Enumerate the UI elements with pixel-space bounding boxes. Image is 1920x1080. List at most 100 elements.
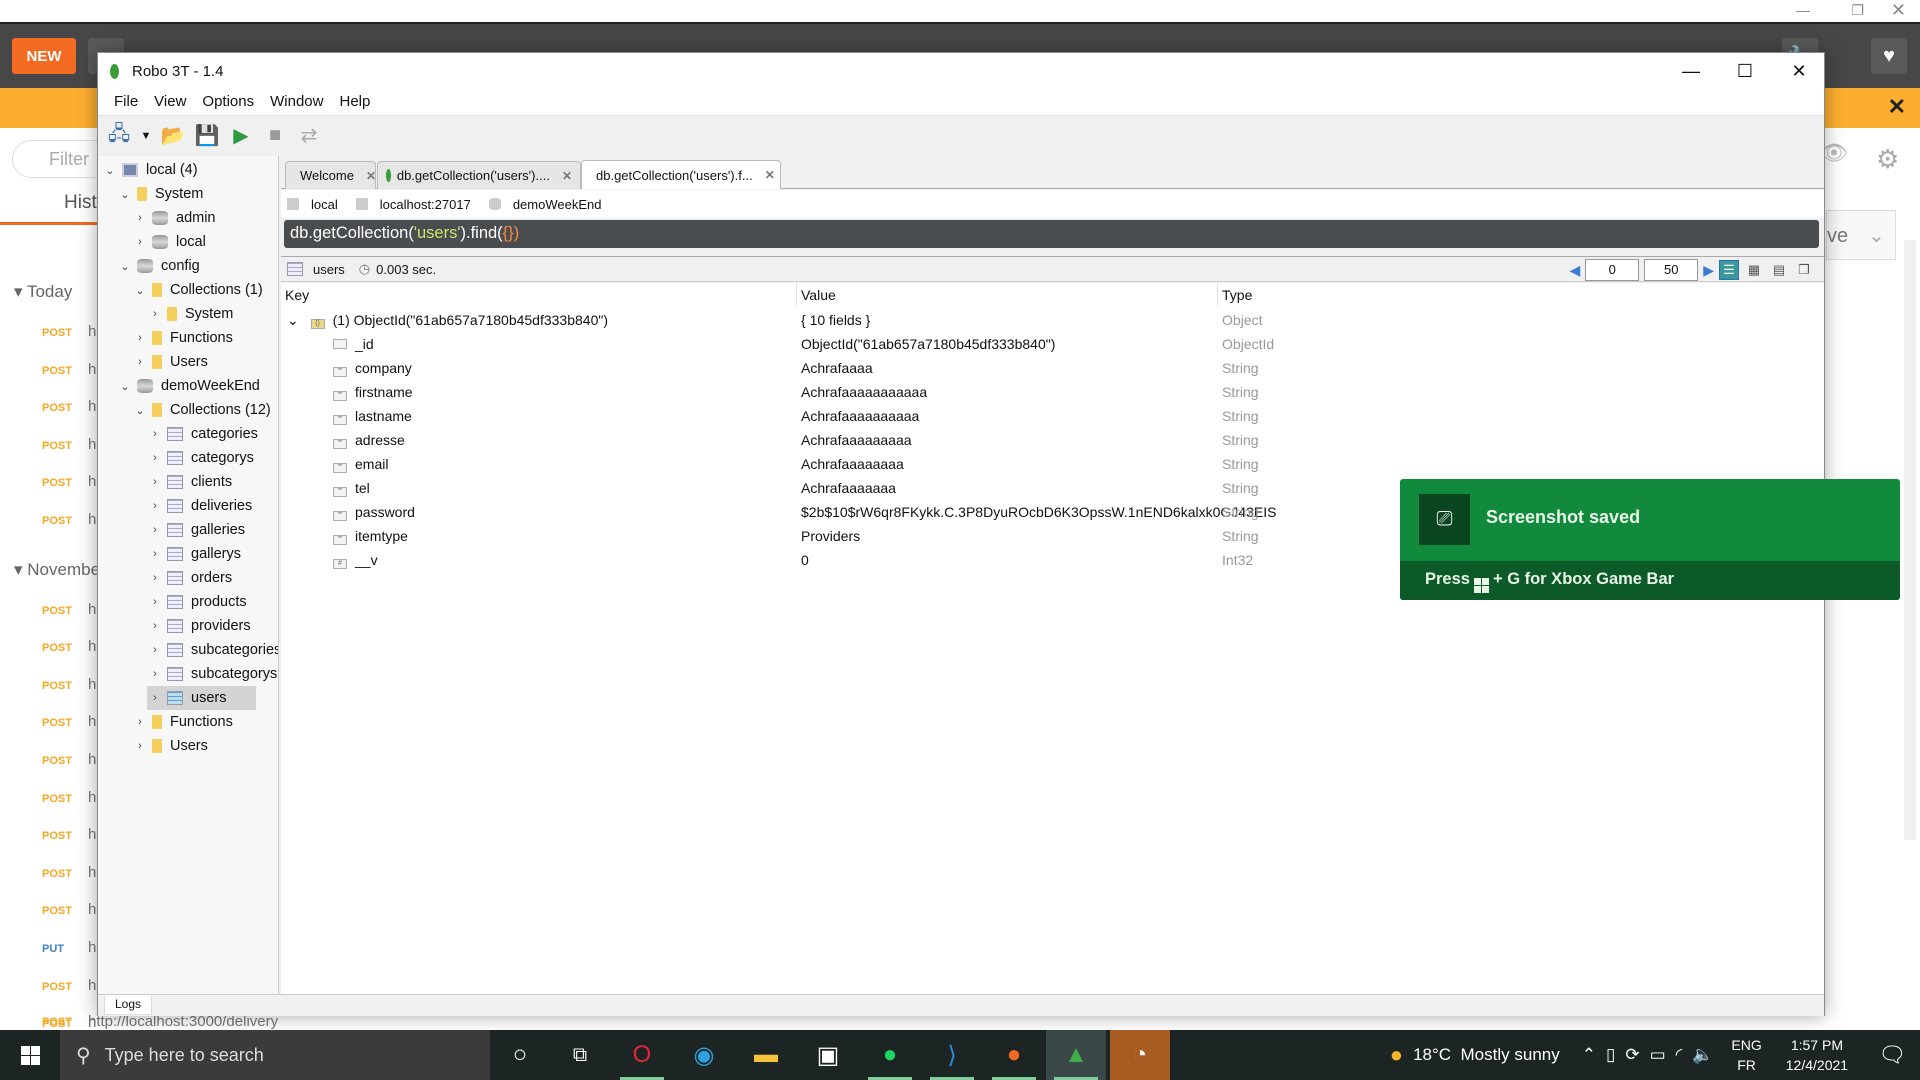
limit-input[interactable]: 50 — [1644, 259, 1699, 281]
collapse-icon[interactable]: › — [147, 692, 163, 704]
sync-icon[interactable]: ⟳ — [1625, 1045, 1639, 1065]
field-row[interactable]: "" adresse Achrafaaaaaaaaa String — [281, 429, 1824, 453]
tree-item[interactable]: › Functions — [132, 326, 233, 350]
skip-input[interactable]: 0 — [1585, 259, 1640, 281]
collapse-icon[interactable]: ▾ — [14, 282, 27, 301]
field-row[interactable]: "" company Achrafaaaa String — [281, 357, 1824, 381]
logs-tab[interactable]: Logs — [104, 995, 153, 1015]
expand-icon[interactable]: ⌄ — [287, 312, 303, 328]
clock[interactable]: 1:57 PM 12/4/2021 — [1786, 1035, 1848, 1075]
table-view-icon[interactable]: ▦ — [1744, 260, 1764, 280]
history-group-label[interactable]: ▾ November — [14, 560, 106, 580]
tab-query-1[interactable]: db.getCollection('users').... ✕ — [377, 161, 581, 189]
tree-item[interactable]: ⌄ Collections (12) — [132, 398, 270, 422]
column-key[interactable]: Key — [281, 283, 797, 307]
close-tab-icon[interactable]: ✕ — [765, 168, 775, 182]
collapse-icon[interactable]: ▾ — [14, 560, 27, 579]
tree-item[interactable]: › deliveries — [147, 494, 252, 518]
tree-item[interactable]: › providers — [147, 614, 250, 638]
tree-item[interactable]: › Users — [132, 350, 208, 374]
menu-help[interactable]: Help — [331, 89, 378, 115]
orientation-icon[interactable]: ⇄ — [296, 123, 322, 149]
postman-icon[interactable]: ● — [984, 1030, 1044, 1080]
tree-item[interactable]: › galleries — [147, 518, 245, 542]
expand-icon[interactable]: ⌄ — [117, 260, 133, 273]
robo3t-icon[interactable]: ▲ — [1046, 1030, 1106, 1080]
notifications-icon[interactable]: 🗨 — [1878, 1042, 1906, 1068]
tree-item[interactable]: › admin — [132, 206, 215, 230]
new-button[interactable]: NEW — [12, 38, 76, 74]
camera-icon[interactable]: ▯ — [1606, 1045, 1615, 1065]
collapse-icon[interactable]: › — [147, 428, 163, 440]
tree-item[interactable]: › products — [147, 590, 246, 614]
stop-icon[interactable]: ■ — [262, 123, 288, 149]
edge-icon[interactable]: ◉ — [674, 1030, 734, 1080]
tree-item[interactable]: ⌄ demoWeekEnd — [117, 374, 259, 398]
collapse-icon[interactable]: › — [132, 236, 148, 248]
tab-query-2[interactable]: db.getCollection('users').f... ✕ — [581, 160, 781, 189]
tree-item[interactable]: ⌄ System — [117, 182, 203, 206]
chevron-down-icon[interactable]: ⌄ — [1868, 225, 1885, 247]
close-tab-icon[interactable]: ✕ — [562, 169, 572, 183]
tree-item[interactable]: › Functions — [132, 710, 233, 734]
collapse-icon[interactable]: › — [147, 572, 163, 584]
collapse-icon[interactable]: › — [147, 548, 163, 560]
restore-icon[interactable]: ❐ — [1851, 2, 1864, 19]
execute-icon[interactable]: ▶ — [228, 123, 254, 149]
maximize-results-icon[interactable]: ❐ — [1794, 260, 1814, 280]
field-row[interactable]: "" email Achrafaaaaaaaa String — [281, 453, 1824, 477]
collapse-icon[interactable]: › — [147, 620, 163, 632]
tree-item[interactable]: › local — [132, 230, 206, 254]
battery-icon[interactable]: ▭ — [1650, 1045, 1666, 1065]
minimize-button[interactable]: — — [1668, 57, 1714, 85]
tree-item[interactable]: › Users — [132, 734, 208, 758]
start-button[interactable] — [0, 1030, 60, 1080]
connect-dropdown-icon[interactable]: ▼ — [140, 123, 152, 149]
tree-item[interactable]: › categories — [147, 422, 258, 446]
volume-icon[interactable]: 🔈 — [1692, 1045, 1713, 1065]
expand-icon[interactable]: ⌄ — [132, 284, 148, 297]
field-row[interactable]: "" firstname Achrafaaaaaaaaaaa String — [281, 381, 1824, 405]
field-row[interactable]: _id ObjectId("61ab657a7180b45df333b840") O… — [281, 333, 1824, 357]
file-explorer-icon[interactable]: ▬ — [736, 1030, 796, 1080]
next-page-icon[interactable]: ▶ — [1703, 262, 1714, 279]
tree-item[interactable]: › subcategorys — [147, 662, 277, 686]
wifi-icon[interactable]: ◜ — [1676, 1045, 1683, 1065]
scrollbar[interactable] — [1904, 240, 1916, 840]
show-hidden-icons[interactable]: ⌃ — [1582, 1045, 1596, 1065]
tree-view-icon[interactable]: ☰ — [1719, 260, 1739, 280]
tree-item[interactable]: ⌄ local (4) — [102, 158, 197, 182]
maximize-button[interactable]: ☐ — [1722, 57, 1768, 85]
menu-window[interactable]: Window — [262, 89, 331, 115]
menu-view[interactable]: View — [146, 89, 194, 115]
spotify-icon[interactable]: ● — [860, 1030, 920, 1080]
weather-icon[interactable]: ● — [1390, 1042, 1403, 1068]
column-value[interactable]: Value — [797, 283, 1218, 307]
column-type[interactable]: Type — [1218, 283, 1718, 307]
collapse-icon[interactable]: › — [132, 740, 148, 752]
query-editor[interactable]: db.getCollection('users').find({}) — [284, 220, 1819, 248]
tab-welcome[interactable]: Welcome ✕ — [285, 161, 376, 189]
menu-options[interactable]: Options — [194, 89, 262, 115]
tree-item[interactable]: › orders — [147, 566, 232, 590]
save-icon[interactable]: 💾 — [194, 123, 220, 149]
tree-item[interactable]: › categorys — [147, 446, 254, 470]
tree-item[interactable]: › users — [147, 686, 257, 710]
open-folder-icon[interactable]: 📂 — [160, 123, 186, 149]
prev-page-icon[interactable]: ◀ — [1569, 262, 1580, 279]
collapse-icon[interactable]: › — [132, 332, 148, 344]
collapse-icon[interactable]: › — [147, 500, 163, 512]
save-button[interactable]: ve ⌄ — [1826, 210, 1896, 260]
cortana-icon[interactable]: ○ — [490, 1030, 550, 1080]
connect-icon[interactable]: 🖧 — [106, 123, 132, 149]
expand-icon[interactable]: ⌄ — [117, 380, 133, 393]
tree-item[interactable]: › clients — [147, 470, 232, 494]
tree-item[interactable]: › System — [147, 302, 233, 326]
collapse-icon[interactable]: › — [147, 596, 163, 608]
collapse-icon[interactable]: › — [132, 212, 148, 224]
menu-file[interactable]: File — [106, 89, 146, 115]
expand-icon[interactable]: ⌄ — [132, 404, 148, 417]
collapse-icon[interactable]: › — [147, 308, 163, 320]
text-view-icon[interactable]: ▤ — [1769, 260, 1789, 280]
banner-close-icon[interactable]: ✕ — [1888, 94, 1906, 120]
